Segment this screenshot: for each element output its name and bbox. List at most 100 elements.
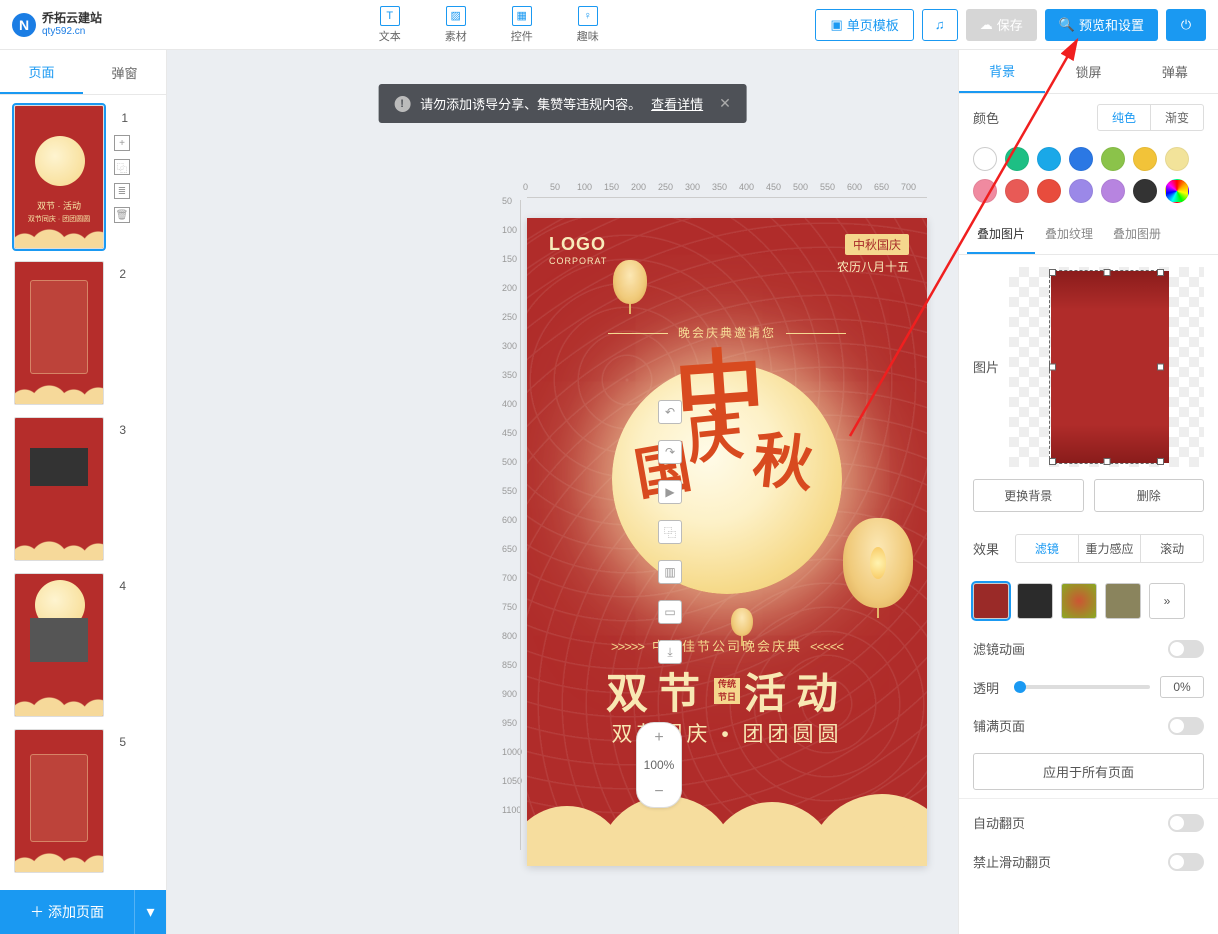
notice-link[interactable]: 查看详情: [651, 94, 703, 113]
effect-tab-filter[interactable]: 滤镜: [1016, 535, 1078, 562]
left-sidebar: 页面 弹窗 双节 · 活动双节同庆 · 团团圆圆 1 + ⿻ ≣ 🗑 2: [0, 50, 167, 934]
redo-icon[interactable]: ↷: [658, 440, 682, 464]
single-template-button[interactable]: ▣单页模板: [815, 9, 913, 41]
effect-tab-gravity[interactable]: 重力感应: [1078, 535, 1141, 562]
warning-notice: ! 请勿添加诱导分享、集赞等违规内容。 查看详情 ✕: [378, 84, 747, 123]
page-copy-icon[interactable]: ⿻: [114, 159, 130, 175]
auto-flip-toggle[interactable]: [1168, 814, 1204, 832]
pages-list[interactable]: 双节 · 活动双节同庆 · 团团圆圆 1 + ⿻ ≣ 🗑 2 3 4: [0, 95, 166, 890]
tab-lockscreen[interactable]: 锁屏: [1045, 50, 1131, 93]
filter-more-button[interactable]: »: [1149, 583, 1185, 619]
color-swatch[interactable]: [1101, 179, 1125, 203]
color-swatch[interactable]: [1069, 147, 1093, 171]
download-icon[interactable]: ⤓: [658, 640, 682, 664]
color-swatch[interactable]: [1133, 179, 1157, 203]
color-swatch[interactable]: [1005, 179, 1029, 203]
image-crop-preview[interactable]: [1009, 267, 1204, 467]
subtitle-1[interactable]: 中秋佳节公司晚会庆典: [527, 636, 927, 655]
page-note-icon[interactable]: ≣: [114, 183, 130, 199]
delete-background-button[interactable]: 删除: [1094, 479, 1205, 512]
change-background-button[interactable]: 更换背景: [973, 479, 1084, 512]
page-thumb-3[interactable]: [14, 417, 104, 561]
color-swatch[interactable]: [1101, 147, 1125, 171]
filter-preset-4[interactable]: [1105, 583, 1141, 619]
color-swatch[interactable]: [1005, 147, 1029, 171]
page-thumb-5[interactable]: [14, 729, 104, 873]
opacity-slider[interactable]: [1015, 685, 1150, 689]
page-add-icon[interactable]: +: [114, 135, 130, 151]
tab-barrage[interactable]: 弹幕: [1132, 50, 1218, 93]
filter-preset-1[interactable]: [973, 583, 1009, 619]
grid-icon[interactable]: ▥: [658, 560, 682, 584]
invite-text[interactable]: 晚会庆典邀请您: [527, 324, 927, 341]
save-button[interactable]: ☁保存: [966, 9, 1037, 41]
filter-anim-label: 滤镜动画: [973, 639, 1025, 658]
seg-gradient[interactable]: 渐变: [1150, 105, 1203, 130]
page-item-4: 4: [14, 573, 166, 717]
effect-tab-scroll[interactable]: 滚动: [1140, 535, 1203, 562]
filter-preset-2[interactable]: [1017, 583, 1053, 619]
opacity-label: 透明: [973, 678, 1005, 697]
auto-flip-label: 自动翻页: [973, 813, 1025, 832]
power-button[interactable]: ⏻: [1166, 9, 1206, 41]
page-thumb-4[interactable]: [14, 573, 104, 717]
lantern-icon[interactable]: [731, 608, 753, 636]
filter-preset-3[interactable]: [1061, 583, 1097, 619]
page-thumb-2[interactable]: [14, 261, 104, 405]
zoom-out-button[interactable]: −: [637, 777, 681, 807]
color-swatch[interactable]: [973, 147, 997, 171]
tool-text[interactable]: T文本: [379, 6, 401, 44]
page-item-3: 3: [14, 417, 166, 561]
color-swatch[interactable]: [1037, 147, 1061, 171]
design-canvas[interactable]: LOGO CORPORAT 中秋国庆 农历八月十五 晚会庆典邀请您 国 庆 中 …: [527, 218, 927, 866]
color-swatch[interactable]: [1165, 147, 1189, 171]
color-swatch[interactable]: [1037, 179, 1061, 203]
right-tabs: 背景 锁屏 弹幕: [959, 50, 1218, 94]
preview-settings-button[interactable]: 🔍预览和设置: [1045, 9, 1158, 41]
layers-icon[interactable]: ⿻: [658, 520, 682, 544]
tool-widget[interactable]: ▦控件: [511, 6, 533, 44]
tool-fun[interactable]: ♀趣味: [577, 6, 599, 44]
lantern-icon[interactable]: [613, 260, 647, 304]
add-page-dropdown[interactable]: ▾: [134, 890, 166, 934]
tab-popup[interactable]: 弹窗: [83, 50, 166, 94]
page-delete-icon[interactable]: 🗑: [114, 207, 130, 223]
tab-pages[interactable]: 页面: [0, 50, 83, 94]
tab-background[interactable]: 背景: [959, 50, 1045, 93]
no-slide-toggle[interactable]: [1168, 853, 1204, 871]
color-swatch[interactable]: [1133, 147, 1157, 171]
lantern-icon[interactable]: [843, 518, 913, 608]
music-icon: ♫: [935, 17, 945, 32]
canvas-side-tools: ↶ ↷ ▶ ⿻ ▥ ▭ ⤓: [658, 400, 682, 664]
overlay-tab-texture[interactable]: 叠加纹理: [1035, 215, 1103, 254]
color-swatch[interactable]: [973, 179, 997, 203]
play-icon[interactable]: ▶: [658, 480, 682, 504]
title-3[interactable]: 双节同庆 • 团团圆圆: [527, 718, 927, 748]
color-swatch[interactable]: [1069, 179, 1093, 203]
device-icon[interactable]: ▭: [658, 600, 682, 624]
page-thumb-1[interactable]: 双节 · 活动双节同庆 · 团团圆圆: [14, 105, 104, 249]
zoom-in-button[interactable]: +: [637, 723, 681, 753]
apply-all-button[interactable]: 应用于所有页面: [973, 753, 1204, 790]
undo-icon[interactable]: ↶: [658, 400, 682, 424]
canvas-date[interactable]: 农历八月十五: [837, 258, 909, 275]
opacity-value[interactable]: 0%: [1160, 676, 1204, 698]
tool-material[interactable]: ▨素材: [445, 6, 467, 44]
seg-solid[interactable]: 纯色: [1098, 105, 1150, 130]
add-page-bar: ＋添加页面 ▾: [0, 890, 166, 934]
overlay-tab-gallery[interactable]: 叠加图册: [1103, 215, 1171, 254]
fill-page-toggle[interactable]: [1168, 717, 1204, 735]
canvas-logo[interactable]: LOGO: [549, 234, 606, 255]
canvas-tag[interactable]: 中秋国庆: [845, 234, 909, 255]
close-icon[interactable]: ✕: [719, 95, 731, 112]
color-picker-icon[interactable]: [1165, 179, 1189, 203]
effect-tabs: 滤镜 重力感应 滚动: [1015, 534, 1204, 563]
clouds-graphic[interactable]: [527, 756, 927, 866]
overlay-tab-image[interactable]: 叠加图片: [967, 215, 1035, 254]
title-2[interactable]: 双节传统节日活动: [527, 660, 927, 721]
music-button[interactable]: ♫: [922, 9, 958, 41]
add-page-button[interactable]: ＋添加页面: [0, 890, 134, 934]
notice-text: 请勿添加诱导分享、集赞等违规内容。: [420, 94, 641, 113]
filter-anim-toggle[interactable]: [1168, 640, 1204, 658]
canvas-logo-sub[interactable]: CORPORAT: [549, 256, 607, 266]
